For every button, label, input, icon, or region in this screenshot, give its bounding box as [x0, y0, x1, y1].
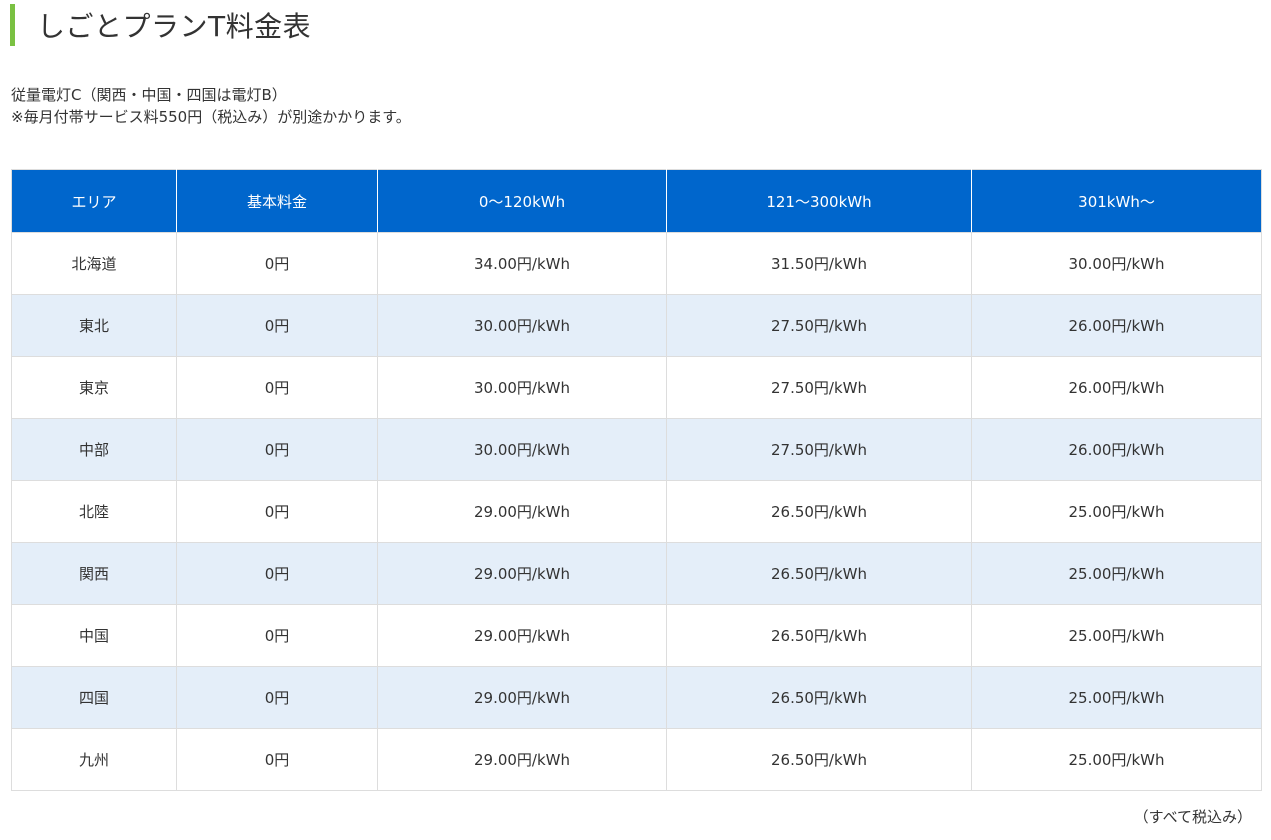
cell-tier-2: 27.50円/kWh [666, 356, 972, 419]
cell-area: 東京 [11, 356, 177, 419]
table-header-row: エリア 基本料金 0～120kWh 121～300kWh 301kWh～ [11, 169, 1262, 233]
price-table: エリア 基本料金 0～120kWh 121～300kWh 301kWh～ 北海道… [11, 169, 1262, 791]
table-row: 東京 0円 30.00円/kWh 27.50円/kWh 26.00円/kWh [11, 356, 1262, 419]
cell-tier-3: 25.00円/kWh [971, 480, 1262, 543]
header-tier-3: 301kWh～ [971, 169, 1262, 233]
cell-basic-fee: 0円 [176, 480, 378, 543]
cell-tier-1: 34.00円/kWh [377, 232, 667, 295]
cell-area: 関西 [11, 542, 177, 605]
cell-area: 北海道 [11, 232, 177, 295]
cell-tier-1: 29.00円/kWh [377, 728, 667, 791]
table-row: 中部 0円 30.00円/kWh 27.50円/kWh 26.00円/kWh [11, 418, 1262, 481]
cell-tier-3: 26.00円/kWh [971, 418, 1262, 481]
header-area: エリア [11, 169, 177, 233]
cell-tier-1: 29.00円/kWh [377, 542, 667, 605]
page-title: しごとプランT料金表 [37, 10, 312, 43]
cell-tier-3: 25.00円/kWh [971, 666, 1262, 729]
cell-basic-fee: 0円 [176, 232, 378, 295]
cell-area: 北陸 [11, 480, 177, 543]
cell-area: 中部 [11, 418, 177, 481]
page-heading: しごとプランT料金表 [10, 4, 311, 46]
cell-tier-3: 25.00円/kWh [971, 542, 1262, 605]
cell-basic-fee: 0円 [176, 356, 378, 419]
cell-tier-1: 29.00円/kWh [377, 666, 667, 729]
table-row: 中国 0円 29.00円/kWh 26.50円/kWh 25.00円/kWh [11, 604, 1262, 667]
cell-tier-3: 25.00円/kWh [971, 604, 1262, 667]
table-row: 北海道 0円 34.00円/kWh 31.50円/kWh 30.00円/kWh [11, 232, 1262, 295]
cell-tier-1: 29.00円/kWh [377, 480, 667, 543]
cell-basic-fee: 0円 [176, 294, 378, 357]
cell-tier-1: 30.00円/kWh [377, 418, 667, 481]
cell-tier-2: 26.50円/kWh [666, 480, 972, 543]
cell-basic-fee: 0円 [176, 728, 378, 791]
cell-tier-2: 26.50円/kWh [666, 728, 972, 791]
header-basic-fee: 基本料金 [176, 169, 378, 233]
cell-tier-2: 27.50円/kWh [666, 418, 972, 481]
cell-tier-2: 26.50円/kWh [666, 604, 972, 667]
table-row: 北陸 0円 29.00円/kWh 26.50円/kWh 25.00円/kWh [11, 480, 1262, 543]
cell-tier-2: 26.50円/kWh [666, 666, 972, 729]
cell-area: 東北 [11, 294, 177, 357]
cell-tier-3: 25.00円/kWh [971, 728, 1262, 791]
cell-tier-1: 30.00円/kWh [377, 294, 667, 357]
tax-note: （すべて税込み） [1133, 808, 1252, 826]
cell-tier-2: 27.50円/kWh [666, 294, 972, 357]
cell-tier-3: 26.00円/kWh [971, 294, 1262, 357]
table-row: 四国 0円 29.00円/kWh 26.50円/kWh 25.00円/kWh [11, 666, 1262, 729]
note-line-2: ※毎月付帯サービス料550円（税込み）が別途かかります。 [11, 108, 411, 126]
cell-tier-1: 29.00円/kWh [377, 604, 667, 667]
table-row: 関西 0円 29.00円/kWh 26.50円/kWh 25.00円/kWh [11, 542, 1262, 605]
cell-basic-fee: 0円 [176, 418, 378, 481]
header-tier-1: 0～120kWh [377, 169, 667, 233]
cell-basic-fee: 0円 [176, 542, 378, 605]
cell-tier-2: 31.50円/kWh [666, 232, 972, 295]
cell-tier-1: 30.00円/kWh [377, 356, 667, 419]
cell-tier-3: 30.00円/kWh [971, 232, 1262, 295]
header-tier-2: 121～300kWh [666, 169, 972, 233]
table-row: 東北 0円 30.00円/kWh 27.50円/kWh 26.00円/kWh [11, 294, 1262, 357]
plan-notes: 従量電灯C（関西・中国・四国は電灯B） ※毎月付帯サービス料550円（税込み）が… [11, 84, 411, 128]
cell-area: 中国 [11, 604, 177, 667]
cell-area: 四国 [11, 666, 177, 729]
cell-basic-fee: 0円 [176, 666, 378, 729]
heading-accent-bar [10, 4, 15, 46]
cell-basic-fee: 0円 [176, 604, 378, 667]
table-row: 九州 0円 29.00円/kWh 26.50円/kWh 25.00円/kWh [11, 728, 1262, 791]
cell-tier-2: 26.50円/kWh [666, 542, 972, 605]
cell-area: 九州 [11, 728, 177, 791]
table-body: 北海道 0円 34.00円/kWh 31.50円/kWh 30.00円/kWh 東北 0円 3… [11, 232, 1262, 791]
note-line-1: 従量電灯C（関西・中国・四国は電灯B） [11, 86, 287, 104]
cell-tier-3: 26.00円/kWh [971, 356, 1262, 419]
